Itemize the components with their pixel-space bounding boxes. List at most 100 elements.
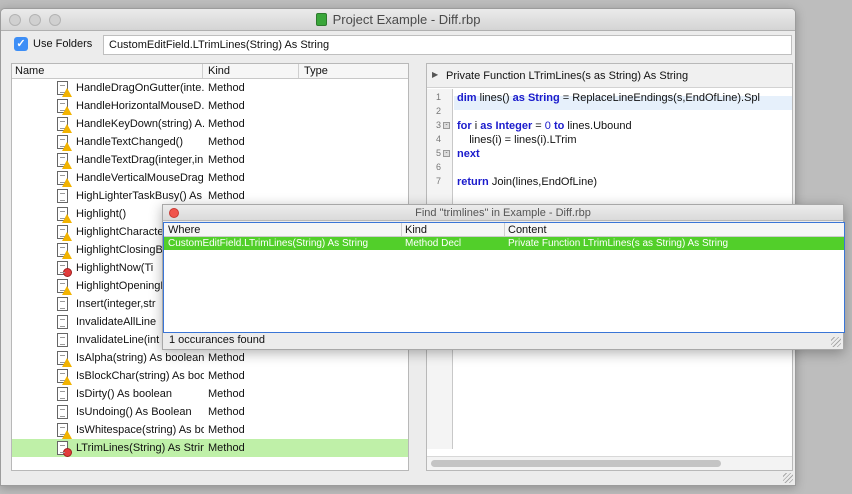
scrollbar-thumb[interactable] [431, 460, 721, 467]
method-icon [57, 351, 72, 367]
tree-row-kind: Method [208, 154, 245, 166]
window-resize-grip[interactable] [783, 473, 793, 483]
code-line: return Join(lines,EndOfLine) [457, 176, 597, 188]
column-type-header[interactable]: Type [304, 65, 328, 77]
code-token: return [457, 176, 489, 188]
method-signature: Private Function LTrimLines(s as String)… [446, 70, 689, 82]
error-icon [63, 268, 72, 277]
warning-icon [62, 106, 72, 115]
close-find-button[interactable] [169, 208, 179, 218]
tree-row-kind: Method [208, 172, 245, 184]
error-icon [63, 448, 72, 457]
use-folders-label: Use Folders [33, 38, 93, 50]
method-icon [57, 117, 72, 133]
code-token: String [527, 92, 560, 104]
tree-header: Name Kind Type [12, 64, 408, 79]
tree-row-name: HandleTextChanged() [76, 136, 184, 148]
tree-row-name: HandleDragOnGutter(inte... [76, 82, 204, 94]
column-kind-header[interactable]: Kind [405, 224, 427, 236]
fold-toggle-icon[interactable]: - [443, 150, 450, 157]
tree-row[interactable]: HandleTextChanged() Method [12, 133, 408, 151]
code-token: i [471, 120, 481, 132]
tree-row-kind: Method [208, 442, 245, 454]
result-content: Private Function LTrimLines(s as String)… [508, 238, 729, 249]
tree-row-kind: Method [208, 424, 245, 436]
find-resize-grip[interactable] [831, 337, 841, 347]
warning-icon [62, 88, 72, 97]
method-icon [57, 405, 68, 419]
tree-row-name: IsWhitespace(string) As bo... [76, 424, 204, 436]
line-number: 4 [435, 134, 441, 144]
tree-row-name: HandleTextDrag(integer,in... [76, 154, 204, 166]
warning-icon [62, 286, 72, 295]
tree-row-name: HighLighterTaskBusy() As ... [76, 190, 204, 202]
code-line: for i as Integer = 0 to lines.Ubound [457, 120, 632, 132]
tree-row[interactable]: IsDirty() As boolean Method [12, 385, 408, 403]
tree-row-kind: Method [208, 118, 245, 130]
method-icon [57, 225, 72, 241]
find-status: 1 occurances found [169, 334, 266, 346]
code-token: next [457, 148, 480, 160]
find-results-window: Find "trimlines" in Example - Diff.rbp W… [162, 204, 845, 350]
tree-row[interactable]: LTrimLines(String) As String Method [12, 439, 408, 457]
column-kind-header[interactable]: Kind [208, 65, 230, 77]
method-icon [57, 81, 72, 97]
tree-row[interactable]: IsAlpha(string) As boolean Method [12, 349, 408, 367]
column-name-header[interactable]: Name [15, 65, 44, 77]
tree-row[interactable]: HandleVerticalMouseDrag... Method [12, 169, 408, 187]
find-title-bar: Find "trimlines" in Example - Diff.rbp [163, 205, 843, 221]
tree-row-kind: Method [208, 370, 245, 382]
code-token: as [512, 92, 525, 104]
tree-row-name: IsAlpha(string) As boolean [76, 352, 204, 364]
tree-row-kind: Method [208, 352, 245, 364]
line-number: 6 [435, 162, 441, 172]
tree-row[interactable]: IsWhitespace(string) As bo... Method [12, 421, 408, 439]
code-token: Join(lines,EndOfLine) [488, 176, 598, 188]
warning-icon [62, 214, 72, 223]
method-signature-bar: ▶ Private Function LTrimLines(s as Strin… [427, 64, 792, 88]
tree-row-name: HandleVerticalMouseDrag... [76, 172, 204, 184]
title-bar: Project Example - Diff.rbp [1, 9, 795, 31]
tree-row-name: HandleKeyDown(string) A... [76, 118, 204, 130]
fold-toggle-icon[interactable]: - [443, 122, 450, 129]
find-result-row[interactable]: CustomEditField.LTrimLines(String) As St… [164, 237, 844, 250]
warning-icon [62, 430, 72, 439]
tree-row-name: IsBlockChar(string) As boo... [76, 370, 204, 382]
column-content-header[interactable]: Content [508, 224, 547, 236]
line-number: 1 [435, 92, 441, 102]
code-token: for [457, 120, 472, 132]
result-where: CustomEditField.LTrimLines(String) As St… [168, 238, 369, 249]
tree-row-name: LTrimLines(String) As String [76, 442, 204, 454]
tree-row[interactable]: HandleKeyDown(string) A... Method [12, 115, 408, 133]
tree-row[interactable]: HandleHorizontalMouseD... Method [12, 97, 408, 115]
code-token: lines.Ubound [564, 120, 632, 132]
column-where-header[interactable]: Where [168, 224, 200, 236]
method-icon [57, 243, 72, 259]
code-line: next [457, 148, 480, 160]
tree-row[interactable]: HandleTextDrag(integer,in... Method [12, 151, 408, 169]
location-field[interactable]: CustomEditField.LTrimLines(String) As St… [103, 35, 792, 55]
window-title-area: Project Example - Diff.rbp [1, 12, 795, 27]
method-icon [57, 189, 68, 203]
window-title: Project Example - Diff.rbp [332, 12, 481, 27]
tree-row-kind: Method [208, 388, 245, 400]
code-token: lines(i) = lines(i).LTrim [457, 134, 577, 146]
horizontal-scrollbar[interactable] [427, 456, 792, 470]
method-icon [57, 297, 68, 311]
warning-icon [62, 124, 72, 133]
code-line: lines(i) = lines(i).LTrim [457, 134, 577, 146]
warning-icon [62, 160, 72, 169]
tree-row[interactable]: IsBlockChar(string) As boo... Method [12, 367, 408, 385]
disclosure-triangle-icon[interactable]: ▶ [432, 70, 438, 79]
tree-row-kind: Method [208, 136, 245, 148]
find-results-header: Where Kind Content [164, 223, 844, 237]
method-icon [57, 315, 68, 329]
method-icon [57, 153, 72, 169]
warning-icon [62, 250, 72, 259]
use-folders-checkbox[interactable]: ✓ [14, 37, 28, 51]
tree-row[interactable]: IsUndoing() As Boolean Method [12, 403, 408, 421]
tree-row[interactable]: HighLighterTaskBusy() As ... Method [12, 187, 408, 205]
find-results-table: Where Kind Content CustomEditField.LTrim… [163, 222, 845, 333]
tree-row[interactable]: HandleDragOnGutter(inte... Method [12, 79, 408, 97]
find-title: Find "trimlines" in Example - Diff.rbp [415, 207, 591, 219]
